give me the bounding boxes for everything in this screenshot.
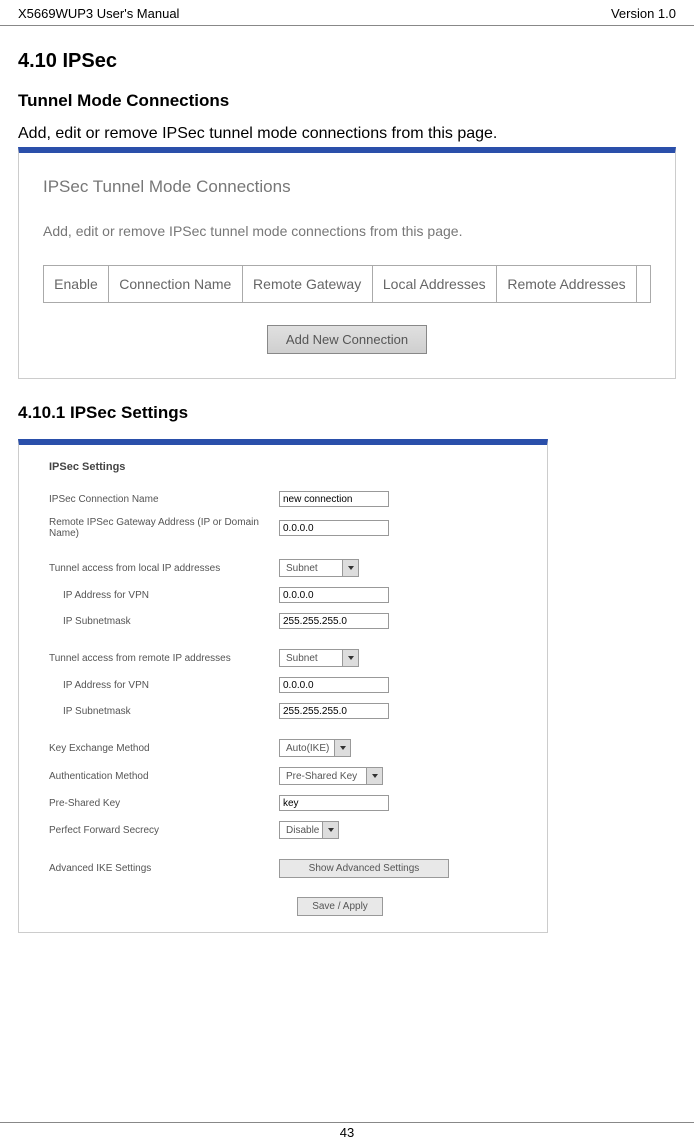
row-remote-gateway: Remote IPSec Gateway Address (IP or Doma… [49, 517, 521, 539]
select-key-exchange[interactable]: Auto(IKE) [279, 739, 351, 757]
select-pfs[interactable]: Disable [279, 821, 339, 839]
row-auth-method: Authentication Method Pre-Shared Key [49, 767, 521, 785]
row-connection-name: IPSec Connection Name [49, 491, 521, 507]
input-subnet-remote[interactable] [279, 703, 389, 719]
subsection2-title: 4.10.1 IPSec Settings [18, 403, 676, 423]
col-connection-name: Connection Name [108, 266, 242, 303]
row-ip-vpn-local: IP Address for VPN [49, 587, 521, 603]
row-tunnel-remote: Tunnel access from remote IP addresses S… [49, 649, 521, 667]
input-connection-name[interactable] [279, 491, 389, 507]
col-local-addresses: Local Addresses [372, 266, 496, 303]
label-subnet-remote: IP Subnetmask [49, 706, 279, 717]
label-tunnel-local: Tunnel access from local IP addresses [49, 563, 279, 574]
header-right: Version 1.0 [611, 6, 676, 21]
select-pfs-value: Disable [280, 822, 322, 838]
row-subnet-local: IP Subnetmask [49, 613, 521, 629]
select-auth-method-value: Pre-Shared Key [280, 768, 366, 784]
connections-table: Enable Connection Name Remote Gateway Lo… [43, 265, 651, 303]
col-remote-addresses: Remote Addresses [496, 266, 636, 303]
ipsec-connections-panel: IPSec Tunnel Mode Connections Add, edit … [18, 147, 676, 379]
label-tunnel-remote: Tunnel access from remote IP addresses [49, 653, 279, 664]
settings-title: IPSec Settings [49, 461, 521, 473]
label-remote-gateway: Remote IPSec Gateway Address (IP or Doma… [49, 517, 279, 539]
select-tunnel-remote-value: Subnet [280, 650, 342, 666]
label-connection-name: IPSec Connection Name [49, 494, 279, 505]
ipsec-settings-panel: IPSec Settings IPSec Connection Name Rem… [18, 439, 548, 933]
row-pfs: Perfect Forward Secrecy Disable [49, 821, 521, 839]
col-actions [637, 266, 651, 303]
row-ip-vpn-remote: IP Address for VPN [49, 677, 521, 693]
chevron-down-icon [342, 650, 358, 666]
input-psk[interactable] [279, 795, 389, 811]
show-advanced-settings-button[interactable]: Show Advanced Settings [279, 859, 449, 878]
add-new-connection-button[interactable]: Add New Connection [267, 325, 427, 354]
panel-title: IPSec Tunnel Mode Connections [43, 177, 651, 197]
col-enable: Enable [44, 266, 109, 303]
row-subnet-remote: IP Subnetmask [49, 703, 521, 719]
select-key-exchange-value: Auto(IKE) [280, 740, 334, 756]
section-title: 4.10 IPSec [18, 50, 676, 73]
row-psk: Pre-Shared Key [49, 795, 521, 811]
intro-text: Add, edit or remove IPSec tunnel mode co… [18, 125, 676, 143]
label-advanced-ike: Advanced IKE Settings [49, 863, 279, 874]
chevron-down-icon [334, 740, 350, 756]
page-footer: 43 [0, 1122, 694, 1140]
col-remote-gateway: Remote Gateway [242, 266, 372, 303]
label-psk: Pre-Shared Key [49, 798, 279, 809]
chevron-down-icon [342, 560, 358, 576]
select-tunnel-remote[interactable]: Subnet [279, 649, 359, 667]
input-ip-vpn-local[interactable] [279, 587, 389, 603]
save-apply-button[interactable]: Save / Apply [297, 897, 383, 916]
label-auth-method: Authentication Method [49, 771, 279, 782]
panel-description: Add, edit or remove IPSec tunnel mode co… [43, 223, 651, 239]
input-subnet-local[interactable] [279, 613, 389, 629]
label-key-exchange: Key Exchange Method [49, 743, 279, 754]
row-key-exchange: Key Exchange Method Auto(IKE) [49, 739, 521, 757]
row-advanced-ike: Advanced IKE Settings Show Advanced Sett… [49, 859, 521, 878]
label-subnet-local: IP Subnetmask [49, 616, 279, 627]
select-auth-method[interactable]: Pre-Shared Key [279, 767, 383, 785]
page-number: 43 [340, 1125, 354, 1140]
input-remote-gateway[interactable] [279, 520, 389, 536]
row-tunnel-local: Tunnel access from local IP addresses Su… [49, 559, 521, 577]
page-content: 4.10 IPSec Tunnel Mode Connections Add, … [0, 26, 694, 933]
chevron-down-icon [322, 822, 338, 838]
subsection-title: Tunnel Mode Connections [18, 91, 676, 111]
chevron-down-icon [366, 768, 382, 784]
label-pfs: Perfect Forward Secrecy [49, 825, 279, 836]
label-ip-vpn-remote: IP Address for VPN [49, 680, 279, 691]
header-left: X5669WUP3 User's Manual [18, 6, 179, 21]
label-ip-vpn-local: IP Address for VPN [49, 590, 279, 601]
select-tunnel-local-value: Subnet [280, 560, 342, 576]
page-header: X5669WUP3 User's Manual Version 1.0 [0, 0, 694, 26]
input-ip-vpn-remote[interactable] [279, 677, 389, 693]
select-tunnel-local[interactable]: Subnet [279, 559, 359, 577]
